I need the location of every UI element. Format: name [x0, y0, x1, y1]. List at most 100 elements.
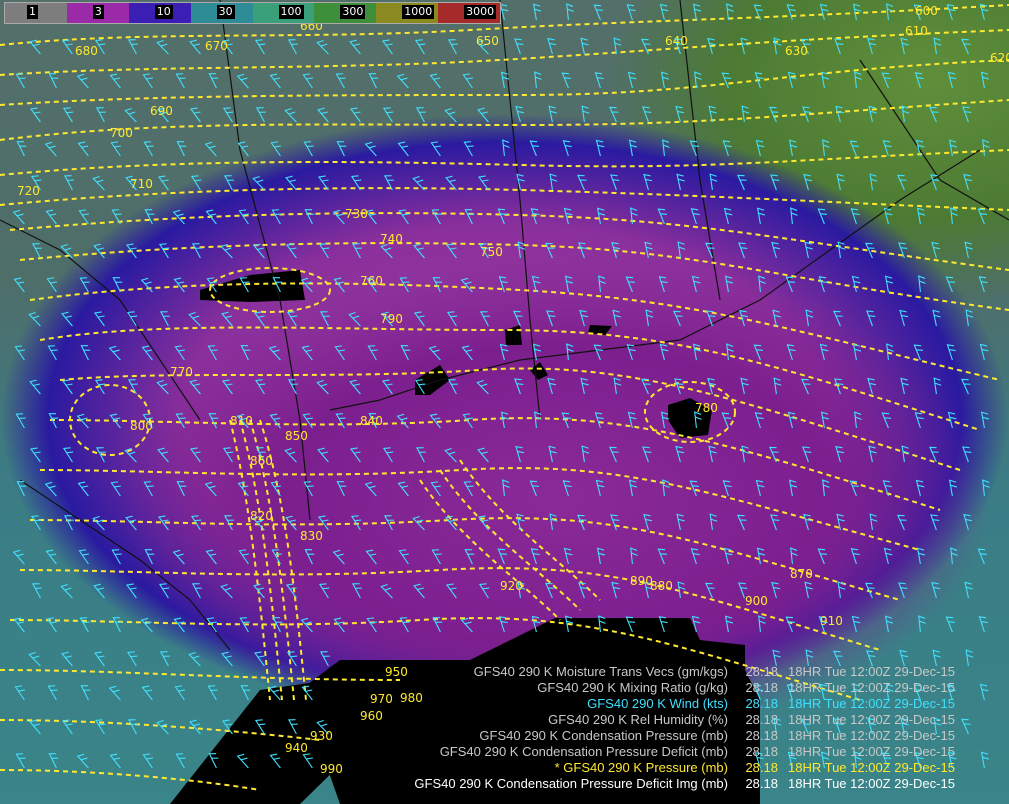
wind-barb — [724, 275, 734, 293]
wind-barb — [852, 343, 862, 361]
legend-row[interactable]: GFS40 290 K Rel Humidity (%) 28.18 18HR Tu… — [548, 712, 993, 728]
wind-barb — [190, 107, 201, 123]
wind-barb — [546, 310, 556, 327]
contour-label: 800 — [130, 419, 153, 433]
wind-barb — [692, 3, 702, 21]
wind-barb — [240, 685, 251, 701]
wind-barb — [254, 379, 266, 395]
wind-barb — [532, 3, 542, 21]
wind-barb — [579, 309, 589, 327]
wind-barb — [478, 515, 489, 531]
legend-name: GFS40 290 K Mixing Ratio (g/kg) — [537, 680, 728, 695]
wind-barb — [30, 447, 41, 463]
wind-barb — [14, 685, 25, 701]
wind-barb — [561, 72, 572, 89]
wind-barb — [464, 209, 475, 225]
wind-barb — [208, 73, 219, 89]
borders — [0, 0, 1009, 651]
wind-barb — [127, 39, 138, 55]
wind-barb — [285, 515, 297, 531]
wind-barb — [304, 209, 315, 225]
color-scale-segment: 1000 — [376, 3, 439, 23]
wind-barb — [110, 481, 121, 497]
wind-barb — [738, 242, 748, 259]
wind-barb — [547, 37, 557, 55]
wind-barb — [175, 753, 186, 769]
legend-row[interactable]: * GFS40 290 K Pressure (mb) 28.18 18HR Tue… — [555, 760, 993, 776]
legend-row[interactable]: GFS40 290 K Wind (kts) 28.18 18HR Tue 12:0… — [587, 696, 993, 712]
wind-barb — [900, 377, 909, 395]
wind-barb — [367, 345, 378, 361]
wind-barb — [269, 413, 281, 429]
wind-barb — [415, 447, 426, 463]
wind-barb — [47, 685, 58, 701]
color-scale-label: 3 — [92, 5, 104, 19]
wind-barb — [611, 581, 621, 599]
legend-name: GFS40 290 K Condensation Pressure Defici… — [439, 744, 728, 759]
wind-barb — [865, 582, 875, 599]
wind-barb — [740, 377, 749, 395]
wind-barb — [63, 175, 74, 191]
wind-barb — [304, 549, 315, 565]
wind-barb — [319, 651, 330, 667]
contour-label: 840 — [360, 414, 383, 428]
wind-barb — [430, 141, 441, 157]
wind-barb — [48, 73, 59, 89]
wind-barb — [124, 107, 137, 123]
wind-barb — [609, 446, 619, 463]
wind-barb — [398, 549, 409, 565]
wind-barb — [45, 549, 57, 565]
wind-barb — [364, 141, 377, 157]
wind-barb — [658, 276, 668, 293]
color-scale-label: 30 — [216, 5, 235, 19]
wind-barb — [108, 345, 121, 361]
wind-barb — [595, 479, 605, 497]
wind-barb — [755, 479, 765, 497]
legend-row[interactable]: GFS40 290 K Mixing Ratio (g/kg) 28.18 18HR… — [537, 680, 993, 696]
wind-barb — [221, 651, 233, 667]
legend-row[interactable]: GFS40 290 K Condensation Pressure Defici… — [440, 744, 993, 760]
wind-barb — [188, 651, 201, 667]
wind-barb — [914, 72, 924, 89]
wind-barb — [28, 311, 41, 327]
wind-barb — [28, 651, 41, 667]
wind-barb — [174, 685, 185, 701]
wind-barb — [126, 311, 138, 327]
wind-barb — [737, 174, 747, 191]
legend-row[interactable]: GFS40 290 K Condensation Pressure Defici… — [414, 776, 993, 792]
wind-barb — [285, 175, 297, 191]
wind-barb — [964, 241, 973, 259]
map-display[interactable]: 6806706606506406306206106007006907207107… — [0, 0, 1009, 804]
wind-barb — [930, 174, 940, 191]
contour-label: 950 — [385, 665, 408, 679]
wind-barb — [931, 581, 941, 599]
wind-barb — [108, 685, 121, 701]
wind-barb — [12, 549, 25, 565]
legend-row[interactable]: GFS40 290 K Moisture Trans Vecs (gm/kgs)… — [474, 664, 993, 680]
wind-barb — [529, 480, 540, 497]
wind-barb — [610, 514, 620, 531]
wind-barb — [771, 241, 781, 259]
wind-barb — [77, 141, 89, 157]
wind-barb — [882, 140, 892, 157]
legend-name: GFS40 290 K Condensation Pressure (mb) — [479, 728, 728, 743]
wind-barb — [142, 73, 153, 89]
wind-barb — [223, 515, 234, 531]
wind-barb — [190, 175, 202, 191]
wind-barb — [62, 719, 73, 735]
wind-barb — [884, 275, 894, 293]
wind-barb — [502, 139, 510, 157]
wind-barb — [515, 105, 525, 123]
legend-row[interactable]: GFS40 290 K Condensation Pressure (mb) 28… — [479, 728, 993, 744]
wind-barb — [612, 309, 621, 327]
wind-barb — [80, 685, 91, 701]
wind-barb — [788, 479, 798, 497]
wind-barb — [961, 378, 971, 395]
wind-barb — [803, 513, 813, 531]
wind-barb — [500, 411, 510, 429]
wind-barb — [349, 39, 361, 55]
wind-barb — [350, 515, 362, 531]
wind-barb — [545, 582, 555, 599]
color-scale-segment: 100 — [252, 3, 315, 23]
wind-barb — [109, 73, 121, 89]
